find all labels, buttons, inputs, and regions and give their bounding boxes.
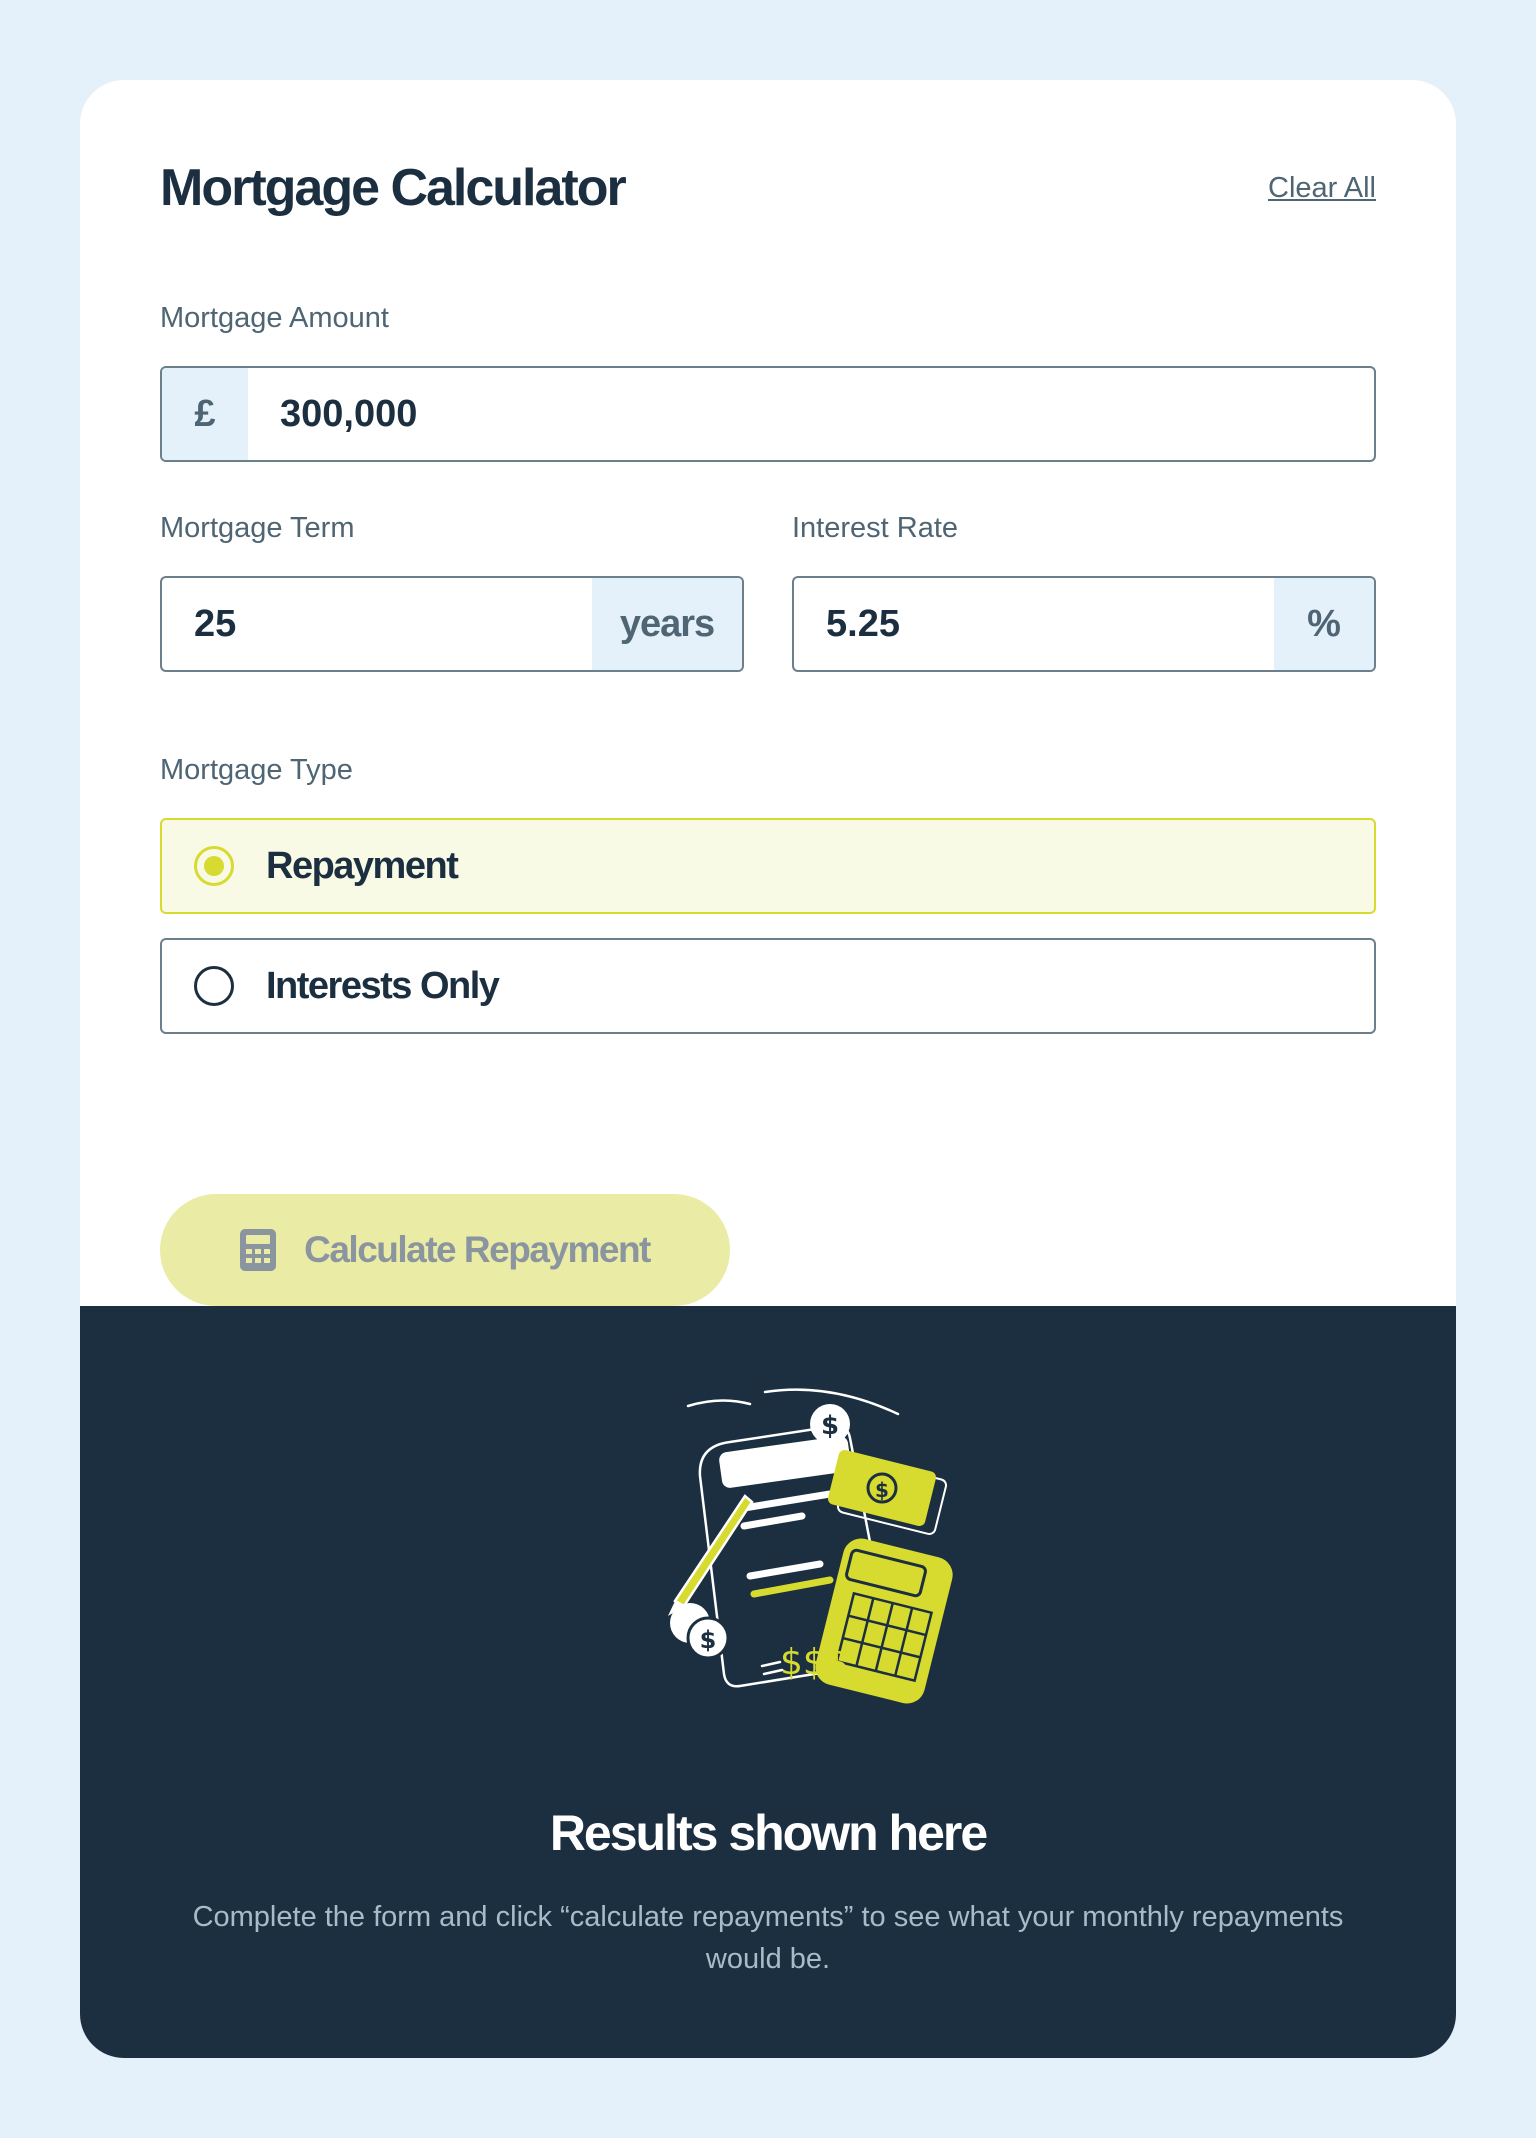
results-description: Complete the form and click “calculate r… xyxy=(192,1901,1344,1975)
radio-button-selected[interactable] xyxy=(194,846,234,886)
svg-text:$$$: $$$ xyxy=(780,1642,849,1683)
page-title: Mortgage Calculator xyxy=(160,159,627,217)
radio-button[interactable] xyxy=(194,966,234,1006)
calculate-button-label: Calculate Repayment xyxy=(304,1229,651,1270)
radio-label-repayment: Repayment xyxy=(266,844,459,887)
mortgage-term-value[interactable]: 25 xyxy=(162,578,592,670)
rate-suffix: % xyxy=(1274,578,1374,670)
mortgage-term-field[interactable]: 25 years xyxy=(160,576,744,672)
mortgage-type-label: Mortgage Type xyxy=(160,754,353,786)
currency-prefix: £ xyxy=(162,368,248,460)
mortgage-term-label: Mortgage Term xyxy=(160,512,355,544)
svg-text:$: $ xyxy=(821,1411,839,1441)
radio-option-interest-only[interactable]: Interests Only xyxy=(160,938,1376,1034)
radio-label-interest-only: Interests Only xyxy=(266,964,500,1007)
interest-rate-field[interactable]: 5.25 % xyxy=(792,576,1376,672)
mortgage-amount-field[interactable]: £ 300,000 xyxy=(160,366,1376,462)
empty-results-illustration: $ $ $$$ $ xyxy=(668,1388,953,1704)
svg-text:$: $ xyxy=(700,1626,717,1654)
mortgage-calculator-card: Mortgage Calculator Clear All Mortgage A… xyxy=(80,80,1456,2058)
clear-all-link[interactable]: Clear All xyxy=(1268,172,1376,205)
interest-rate-label: Interest Rate xyxy=(792,512,959,544)
term-suffix: years xyxy=(592,578,742,670)
radio-option-repayment[interactable]: Repayment xyxy=(160,818,1376,914)
svg-text:$: $ xyxy=(875,1478,889,1502)
mortgage-amount-value[interactable]: 300,000 xyxy=(248,368,1374,460)
interest-rate-value[interactable]: 5.25 xyxy=(794,578,1274,670)
radio-dot xyxy=(204,856,224,876)
results-title: Results shown here xyxy=(549,1805,988,1861)
calculator-icon xyxy=(240,1229,277,1271)
results-panel: $ $ $$$ $ Results shown here Complete th… xyxy=(80,1306,1456,2058)
mortgage-amount-label: Mortgage Amount xyxy=(160,302,389,334)
calculate-repayment-button[interactable]: Calculate Repayment xyxy=(160,1194,730,1306)
